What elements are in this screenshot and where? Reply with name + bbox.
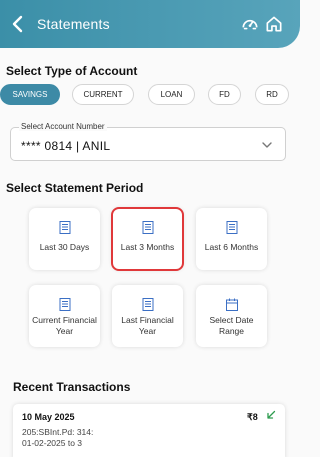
period-last-6-months[interactable]: Last 6 Months	[196, 208, 267, 270]
account-type-current[interactable]: CURRENT	[72, 84, 134, 105]
document-icon	[142, 221, 153, 234]
account-number-select[interactable]: Select Account Number **** 0814 | ANIL	[10, 122, 286, 161]
arrow-down-left-icon	[267, 410, 276, 419]
chevron-down-icon[interactable]	[261, 139, 273, 151]
period-last-financial-year[interactable]: Last Financial Year	[112, 285, 183, 347]
transaction-amount: ₹8	[247, 412, 258, 422]
home-icon[interactable]	[264, 14, 284, 34]
period-label: Current Financial Year	[32, 315, 97, 336]
account-type-savings[interactable]: SAVINGS	[0, 84, 60, 105]
account-number-label: Select Account Number	[19, 122, 107, 131]
period-label: Last 30 Days	[39, 242, 90, 252]
transaction-card[interactable]: 10 May 2025 ₹8 205:SBInt.Pd: 314: 01-02-…	[13, 404, 285, 457]
period-last-30-days[interactable]: Last 30 Days	[29, 208, 100, 270]
arrow-left-icon[interactable]	[6, 12, 30, 36]
document-icon	[59, 221, 70, 234]
account-type-fd[interactable]: FD	[208, 84, 241, 105]
period-last-3-months[interactable]: Last 3 Months	[111, 207, 184, 271]
account-type-rd[interactable]: RD	[255, 84, 289, 105]
transaction-date: 10 May 2025	[22, 412, 75, 422]
document-icon	[226, 221, 237, 234]
account-number-value: **** 0814 | ANIL	[21, 139, 111, 153]
period-current-financial-year[interactable]: Current Financial Year	[29, 285, 100, 347]
period-label: Last Financial Year	[121, 315, 174, 336]
period-label: Last 6 Months	[204, 242, 259, 252]
recent-transactions-heading: Recent Transactions	[13, 380, 131, 394]
account-type-heading: Select Type of Account	[6, 64, 138, 78]
period-label: Last 3 Months	[120, 242, 175, 252]
document-icon	[142, 298, 153, 311]
transaction-description: 205:SBInt.Pd: 314: 01-02-2025 to 3	[22, 427, 94, 448]
document-icon	[59, 298, 70, 311]
calendar-icon	[225, 298, 238, 311]
page-title: Statements	[37, 16, 110, 32]
account-type-loan[interactable]: LOAN	[148, 84, 195, 105]
app-header: Statements	[0, 0, 300, 48]
speedometer-icon[interactable]	[240, 14, 260, 34]
statement-period-heading: Select Statement Period	[6, 181, 144, 195]
period-label: Select Date Range	[209, 315, 254, 336]
period-select-date-range[interactable]: Select Date Range	[196, 285, 267, 347]
